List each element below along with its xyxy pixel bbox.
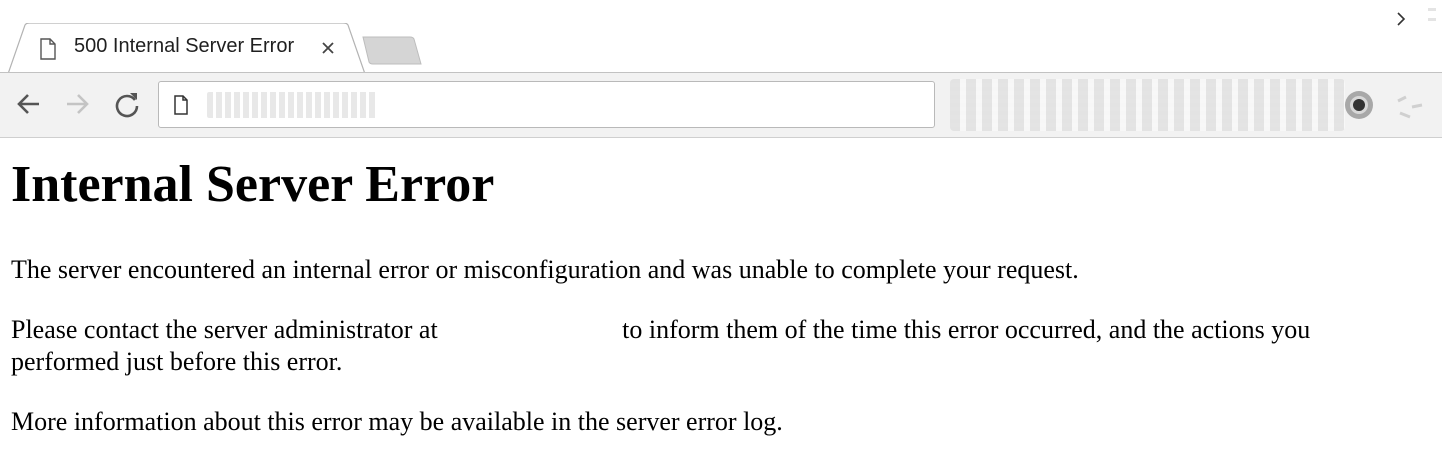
profile-avatar-icon[interactable] <box>1344 90 1374 120</box>
arrow-right-icon[interactable] <box>62 89 92 119</box>
extensions-area-redacted <box>950 79 1345 131</box>
contact-message-start: Please contact the server administrator … <box>11 315 445 344</box>
page-title: Internal Server Error <box>11 156 495 213</box>
error-message: The server encountered an internal error… <box>11 255 1079 284</box>
log-message: More information about this error may be… <box>11 407 783 436</box>
address-url-redacted[interactable] <box>207 92 377 118</box>
window-control-icon[interactable] <box>1420 6 1440 30</box>
document-icon <box>173 95 189 115</box>
browser-toolbar <box>0 73 1442 138</box>
address-bar[interactable] <box>158 81 935 128</box>
reload-icon[interactable] <box>112 89 142 119</box>
page-content: Internal Server Error The server encount… <box>11 150 1431 438</box>
admin-email-redacted <box>444 317 622 341</box>
tab-active[interactable]: 500 Internal Server Error <box>8 23 365 74</box>
tab-strip: 500 Internal Server Error <box>0 0 1442 74</box>
tab-title: 500 Internal Server Error <box>74 35 295 57</box>
new-tab-icon[interactable] <box>360 36 424 66</box>
chevron-right-icon[interactable] <box>1394 8 1410 30</box>
browser-menu-icon[interactable] <box>1392 91 1426 121</box>
close-icon[interactable] <box>318 38 338 58</box>
arrow-left-icon[interactable] <box>14 89 44 119</box>
document-icon <box>39 38 57 60</box>
contact-message: Please contact the server administrator … <box>11 314 1411 378</box>
